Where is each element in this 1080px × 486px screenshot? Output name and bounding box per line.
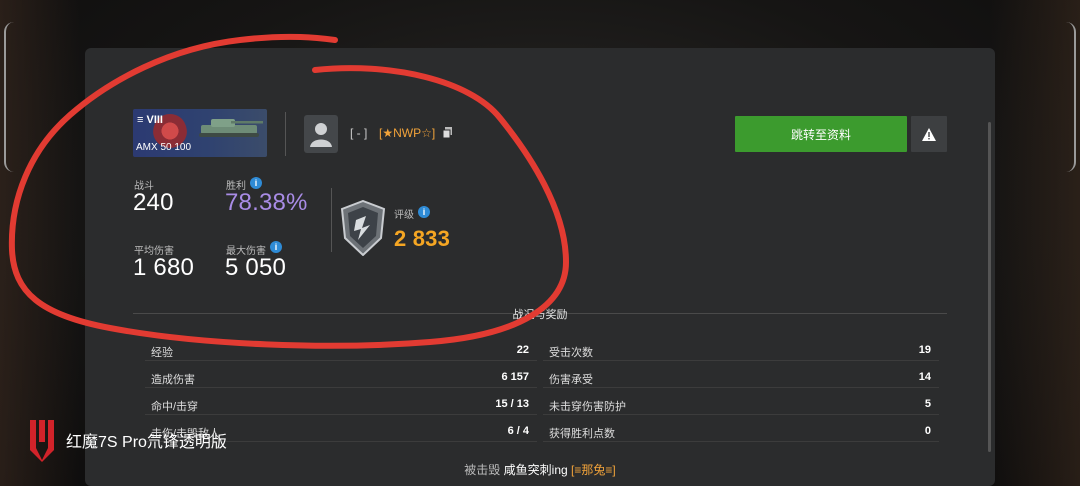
row-value: 5 — [924, 398, 931, 410]
rating-badge-icon — [340, 200, 386, 256]
row-value: 19 — [918, 344, 931, 356]
scrollbar[interactable] — [988, 122, 991, 452]
battles-value: 240 — [133, 189, 174, 216]
killer-clan: [≡那兔≡] — [571, 463, 616, 477]
killed-by-prefix: 被击毁 — [464, 463, 501, 477]
avg-damage-value: 1 680 — [133, 254, 195, 281]
row-value: 6 157 — [501, 371, 529, 383]
row-value: 14 — [918, 371, 931, 383]
goto-profile-button[interactable]: 跳转至资料 — [735, 116, 907, 152]
copy-icon[interactable] — [443, 127, 452, 138]
back-icon[interactable]: ‹ — [113, 75, 117, 89]
table-row: 受击次数 19 — [543, 339, 939, 361]
row-label: 获得胜利点数 — [549, 428, 615, 440]
table-row: 造成伤害 6 157 — [145, 366, 537, 388]
clan-name: [★NWP☆] — [379, 126, 436, 140]
info-icon[interactable]: i — [418, 206, 430, 218]
rating-label: 评级 — [394, 210, 414, 221]
red-magic-logo-icon — [30, 420, 54, 462]
row-value: 15 / 13 — [495, 398, 529, 410]
row-label: 命中/击穿 — [151, 401, 199, 413]
tank-tier: ≡ VIII — [137, 114, 163, 126]
info-icon[interactable]: i — [270, 241, 282, 253]
player-avatar — [304, 115, 338, 153]
table-row: 命中/击穿 15 / 13 — [145, 393, 537, 415]
row-label: 未击穿伤害防护 — [549, 401, 626, 413]
table-row: 经验 22 — [145, 339, 537, 361]
watermark-text: 红魔7S Pro氘锋透明版 — [66, 434, 227, 451]
warning-icon — [922, 127, 936, 141]
stats-divider — [331, 188, 332, 252]
tank-card[interactable]: ≡ VIII AMX 50 100 — [133, 109, 267, 157]
row-label: 受击次数 — [549, 347, 593, 359]
tank-image-icon — [199, 119, 263, 137]
section-title: 战况与奖励 — [512, 309, 568, 321]
row-label: 伤害承受 — [549, 374, 593, 386]
silhouette-icon — [310, 123, 332, 147]
row-label: 造成伤害 — [151, 374, 195, 386]
tier-stripes-icon: ≡ — [137, 114, 144, 126]
table-row: 伤害承受 14 — [543, 366, 939, 388]
killer-name[interactable]: 咸鱼突刺ing — [504, 463, 568, 477]
rating-value: 2 833 — [394, 226, 451, 251]
table-row: 获得胜利点数 0 — [543, 420, 939, 442]
killed-by: 被击毁 咸鱼突刺ing [≡那兔≡] — [0, 461, 1080, 478]
player-name: [ - ] — [350, 126, 368, 140]
info-icon[interactable]: i — [250, 177, 262, 189]
tank-name: AMX 50 100 — [136, 142, 192, 153]
device-watermark: 红魔7S Pro氘锋透明版 — [26, 418, 227, 462]
row-value: 0 — [924, 425, 931, 437]
phone-bezel-right — [1064, 22, 1076, 172]
row-value: 6 / 4 — [507, 425, 529, 437]
row-value: 22 — [516, 344, 529, 356]
tank-tier-label: VIII — [146, 114, 163, 126]
row-label: 经验 — [151, 347, 173, 359]
phone-bezel-left — [4, 22, 16, 172]
report-button[interactable] — [911, 116, 947, 152]
max-damage-value: 5 050 — [225, 254, 287, 281]
header-divider — [285, 112, 286, 156]
table-row: 未击穿伤害防护 5 — [543, 393, 939, 415]
winrate-value: 78.38% — [225, 189, 308, 216]
